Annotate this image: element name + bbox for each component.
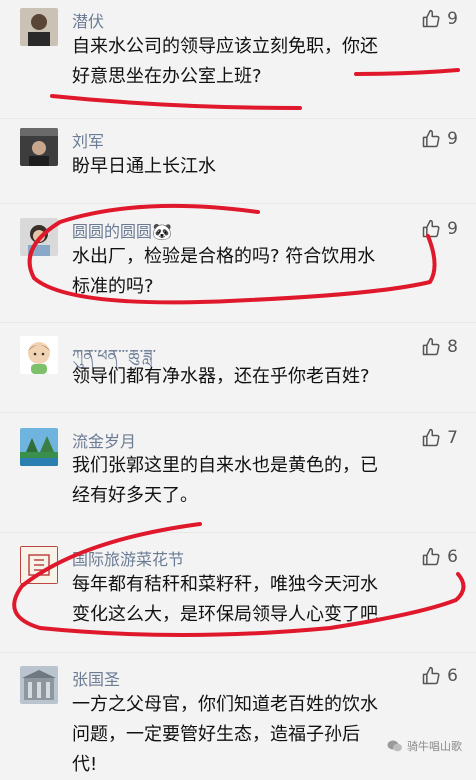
thumbs-up-icon [422,219,440,238]
comment-text: 盼早日通上长江水 [72,156,216,177]
thumbs-up-icon [422,666,440,685]
commenter-name[interactable]: 国际旅游菜花节 [72,546,184,570]
comment-text: 一方之父母官，你们知道老百姓的饮水 问题，一定要管好生态，造福子孙后 代! [72,694,378,775]
like-button[interactable]: 6 [421,547,458,567]
panda-emoji: 🐼 [152,222,172,241]
thumbs-up-icon [422,337,440,356]
like-count: 8 [447,337,458,357]
divider [0,203,476,204]
like-button[interactable]: 7 [421,428,458,448]
thumbs-up-icon [422,129,440,148]
like-count: 9 [447,9,458,29]
commenter-name[interactable]: 潜伏 [72,8,104,32]
watermark-text: 骑牛唱山歌 [407,740,462,753]
like-count: 7 [447,428,458,448]
divider [0,412,476,413]
like-button[interactable]: 9 [421,129,458,149]
like-button[interactable]: 9 [421,9,458,29]
commenter-name[interactable]: 圆圆的圆圆🐼 [72,218,172,242]
divider [0,118,476,119]
comment-text: 领导们都有净水器，还在乎你老百姓? [72,366,370,387]
thumbs-up-icon [422,547,440,566]
avatar[interactable] [20,428,58,466]
underline-mark [50,94,302,110]
like-count: 9 [447,129,458,149]
avatar[interactable] [20,666,58,704]
comment-text: 我们张郭这里的自来水也是黄色的，已 经有好多天了。 [72,455,378,506]
avatar[interactable] [20,8,58,46]
comment-text: 每年都有秸秆和菜籽秆，唯独今天河水 变化这么大，是环保局领导人心变了吧 [72,574,378,625]
thumbs-up-icon [422,428,440,447]
avatar[interactable] [20,218,58,256]
wechat-logo-icon [387,740,402,752]
divider [0,532,476,533]
thumbs-up-icon [422,9,440,28]
like-count: 6 [447,547,458,567]
avatar[interactable] [20,128,58,166]
commenter-name[interactable]: 流金岁月 [72,428,136,452]
like-count: 6 [447,666,458,686]
comment-text: 自来水公司的领导应该立刻免职，你还 好意思坐在办公室上班? [72,36,378,87]
avatar[interactable] [20,546,58,584]
comment-text: 水出厂，检验是合格的吗? 符合饮用水 标准的吗? [72,246,376,297]
divider [0,652,476,653]
like-count: 9 [447,219,458,239]
commenter-name[interactable]: 刘军 [72,128,104,152]
like-button[interactable]: 6 [421,666,458,686]
avatar[interactable] [20,336,58,374]
like-button[interactable]: 8 [421,337,458,357]
watermark: 骑牛唱山歌 [387,738,462,754]
divider [0,322,476,323]
commenter-name[interactable]: 张国圣 [72,666,120,690]
like-button[interactable]: 9 [421,219,458,239]
